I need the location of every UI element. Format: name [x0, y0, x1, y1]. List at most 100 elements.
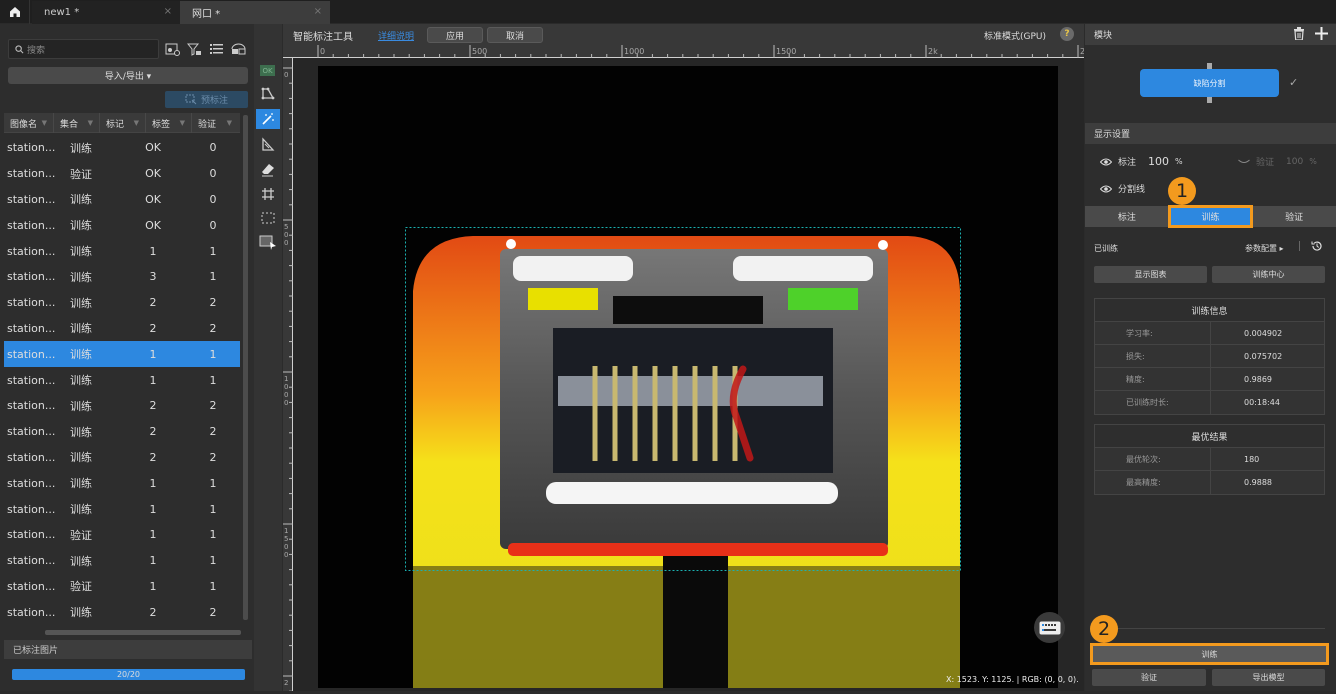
table-vertical-scrollbar[interactable] [243, 115, 248, 620]
tab-network-port[interactable]: 网口 * × [180, 1, 330, 24]
column-header-image-name[interactable]: 图像名 ▼ [4, 113, 54, 133]
column-header-label[interactable]: 标签 ▼ [146, 113, 192, 133]
ruler-label: 2 [284, 679, 288, 687]
ruler-label: 0 [284, 383, 288, 391]
ok-badge[interactable]: OK [260, 65, 275, 76]
search-placeholder: 搜索 [27, 45, 46, 56]
train-button[interactable]: 训练 [1090, 643, 1329, 665]
layout-icon[interactable] [229, 40, 247, 58]
help-icon[interactable]: ? [1060, 27, 1074, 41]
table-row[interactable]: station... 验证 1 1 [4, 574, 240, 600]
image-name-cell: station... [7, 579, 56, 593]
tab-new1[interactable]: new1 * × [32, 1, 180, 24]
fill-tool-icon[interactable] [256, 135, 280, 155]
set-cell: 训练 [70, 425, 92, 439]
column-header-set[interactable]: 集合 ▼ [54, 113, 100, 133]
table-row[interactable]: station... 训练 1 1 [4, 496, 240, 522]
export-model-button[interactable]: 导出模型 [1212, 669, 1325, 686]
image-canvas[interactable] [318, 66, 1058, 688]
set-cell: 训练 [70, 451, 92, 465]
set-cell: 训练 [70, 554, 92, 568]
training-center-button[interactable]: 训练中心 [1212, 266, 1325, 283]
pre-label-button[interactable]: 预标注 [165, 91, 248, 108]
keyboard-shortcut-button[interactable] [1034, 612, 1065, 643]
step-marker-2: 2 [1090, 615, 1118, 643]
mode-label[interactable]: 标准模式(GPU) [984, 29, 1046, 42]
cancel-button[interactable]: 取消 [487, 27, 543, 43]
column-header-mark[interactable]: 标记 ▼ [100, 113, 146, 133]
eye-icon[interactable] [1100, 158, 1112, 166]
table-row[interactable]: station... 训练 2 2 [4, 445, 240, 471]
info-key: 已训练时长: [1095, 391, 1211, 414]
list-icon[interactable] [207, 40, 225, 58]
info-key: 最高精度: [1095, 471, 1211, 494]
filter-icon[interactable] [185, 40, 203, 58]
table-row[interactable]: station... 训练 1 1 [4, 470, 240, 496]
history-icon[interactable] [1311, 240, 1323, 255]
table-row[interactable]: station... 训练 OK 0 [4, 187, 240, 213]
ruler-label: 0 [284, 543, 288, 551]
table-row[interactable]: station... 训练 OK 0 [4, 212, 240, 238]
table-row[interactable]: station... 训练 2 2 [4, 316, 240, 342]
verify-visibility-label: 验证 [1256, 158, 1275, 168]
table-row[interactable]: station... 训练 1 1 [4, 548, 240, 574]
table-row[interactable]: station... 验证 1 1 [4, 522, 240, 548]
set-cell: 训练 [70, 477, 92, 491]
apply-button[interactable]: 应用 [427, 27, 483, 43]
ruler-label: 5 [284, 535, 288, 543]
step-marker-1: 1 [1168, 177, 1196, 205]
show-chart-button[interactable]: 显示图表 [1094, 266, 1207, 283]
eye-icon[interactable] [1100, 185, 1112, 193]
close-icon[interactable]: × [164, 6, 172, 17]
search-input[interactable]: 搜索 [8, 39, 159, 59]
table-row[interactable]: station... 训练 2 2 [4, 599, 240, 625]
polygon-tool-icon[interactable] [256, 84, 280, 104]
grid-tool-icon[interactable] [256, 184, 280, 204]
move-select-tool-icon[interactable] [256, 232, 280, 252]
rect-select-tool-icon[interactable] [256, 208, 280, 228]
eye-closed-icon[interactable] [1238, 159, 1250, 165]
label-cell: 2 [149, 450, 157, 464]
table-row[interactable]: station... 训练 3 1 [4, 264, 240, 290]
ruler-label: 0 [284, 239, 288, 247]
verify-cell: 1 [209, 502, 217, 516]
label-cell: 3 [149, 270, 157, 284]
eraser-tool-icon[interactable] [256, 160, 280, 180]
tab-label-annotate[interactable]: 标注 [1085, 206, 1169, 227]
table-row[interactable]: station... 训练 2 2 [4, 290, 240, 316]
pre-label-text: 预标注 [200, 96, 228, 106]
set-cell: 训练 [70, 296, 92, 310]
set-cell: 训练 [70, 245, 92, 259]
table-row[interactable]: station... 训练 1 1 [4, 367, 240, 393]
table-row[interactable]: station... 验证 OK 0 [4, 161, 240, 187]
magic-wand-tool-icon[interactable] [256, 109, 280, 129]
trash-icon[interactable] [1293, 27, 1305, 43]
tab-train[interactable]: 训练 [1167, 205, 1254, 228]
home-button[interactable] [0, 0, 30, 24]
param-config-link[interactable]: 参数配置 ▸ [1245, 243, 1284, 254]
column-header-verify[interactable]: 验证 ▼ [192, 113, 238, 133]
image-name-cell: station... [7, 270, 56, 284]
module-header-title: 模块 [1094, 31, 1113, 41]
table-row[interactable]: station... 训练 2 2 [4, 393, 240, 419]
table-horizontal-scrollbar[interactable] [45, 630, 241, 635]
info-value: 0.004902 [1244, 328, 1283, 338]
vertical-ruler: 0500100015002 [283, 58, 293, 692]
image-settings-icon[interactable] [163, 40, 181, 58]
import-export-button[interactable]: 导入/导出 ▾ [8, 67, 248, 84]
table-row[interactable]: station... 训练 2 2 [4, 419, 240, 445]
detail-link[interactable]: 详细说明 [378, 29, 414, 42]
info-value: 0.075702 [1244, 351, 1283, 361]
sort-caret-icon: ▼ [133, 119, 139, 127]
table-row[interactable]: station... 训练 1 1 [4, 341, 240, 368]
verify-cell: 0 [209, 141, 217, 155]
horizontal-ruler: 0500100015002k25 [283, 45, 1231, 58]
table-row[interactable]: station... 训练 OK 0 [4, 135, 240, 161]
add-module-icon[interactable] [1315, 27, 1328, 43]
verify-button[interactable]: 验证 [1092, 669, 1206, 686]
tab-verify[interactable]: 验证 [1252, 206, 1336, 227]
table-row[interactable]: station... 训练 1 1 [4, 238, 240, 264]
defect-segmentation-module[interactable]: 缺陷分割 [1140, 69, 1279, 97]
close-icon[interactable]: × [314, 6, 322, 17]
label-opacity-value[interactable]: 100 [1148, 155, 1169, 168]
